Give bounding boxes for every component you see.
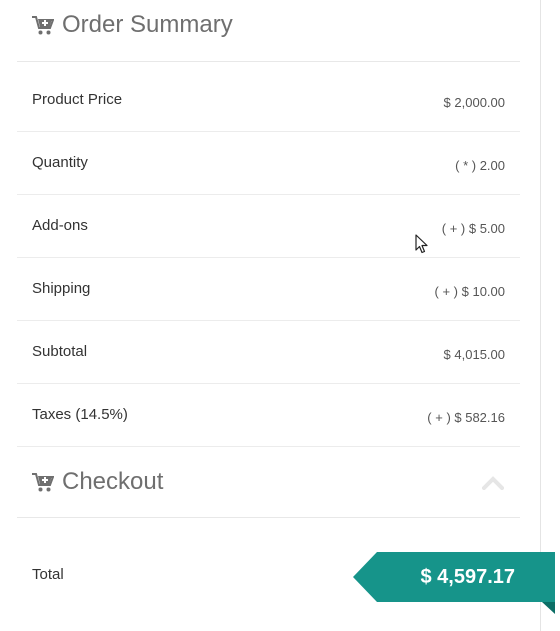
order-panel: Order Summary Product Price $ 2,000.00 Q…	[0, 0, 541, 631]
row-label: Taxes (14.5%)	[32, 406, 128, 423]
order-summary-header: Order Summary	[17, 0, 520, 62]
row-value: ( + ) $ 5.00	[441, 221, 505, 236]
summary-row-product-price: Product Price $ 2,000.00	[17, 69, 520, 132]
checkout-header[interactable]: Checkout	[17, 447, 520, 518]
row-label: Quantity	[32, 154, 88, 171]
row-label: Product Price	[32, 91, 123, 108]
summary-row-taxes: Taxes (14.5%) ( + ) $ 582.16	[17, 384, 520, 447]
summary-row-shipping: Shipping ( + ) $ 10.00	[17, 258, 520, 321]
chevron-up-icon[interactable]	[482, 476, 504, 490]
summary-row-subtotal: Subtotal $ 4,015.00	[17, 321, 520, 384]
total-label: Total	[32, 566, 64, 583]
summary-row-add-ons: Add-ons ( + ) $ 5.00	[17, 195, 520, 258]
mouse-cursor-icon	[415, 234, 428, 254]
row-value: ( + ) $ 10.00	[434, 284, 505, 299]
row-label: Shipping	[32, 280, 91, 297]
cart-plus-icon	[32, 16, 54, 35]
row-value: ( + ) $ 582.16	[427, 410, 505, 425]
row-value: $ 4,015.00	[443, 347, 505, 362]
row-label: Add-ons	[32, 217, 88, 234]
row-value: $ 2,000.00	[443, 95, 505, 110]
summary-row-quantity: Quantity ( * ) 2.00	[17, 132, 520, 195]
row-value: ( * ) 2.00	[455, 158, 505, 173]
row-label: Subtotal	[32, 343, 88, 360]
total-amount: $ 4,597.17	[420, 566, 515, 588]
total-price-tag: $ 4,597.17	[353, 552, 555, 614]
order-summary-title: Order Summary	[62, 11, 233, 38]
cart-plus-icon	[32, 473, 54, 492]
checkout-title: Checkout	[62, 468, 164, 495]
